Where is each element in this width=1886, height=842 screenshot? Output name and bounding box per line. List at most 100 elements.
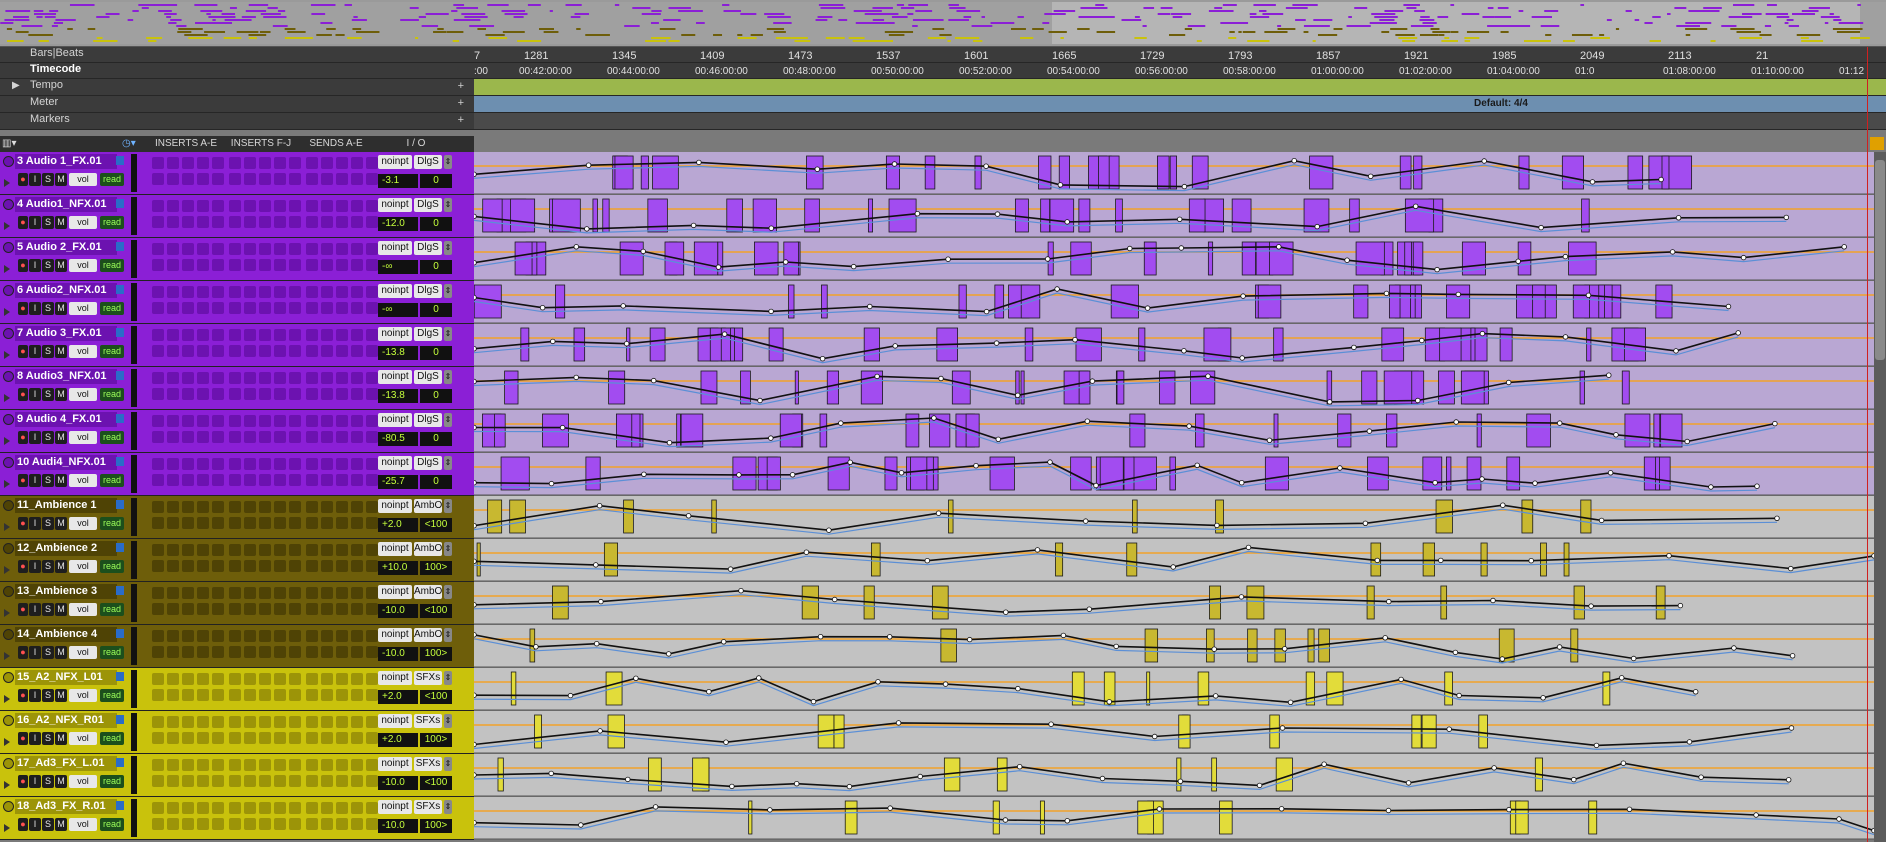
insert-slot[interactable] [274,587,286,599]
insert-slot[interactable] [289,802,301,814]
insert-slot[interactable] [274,759,286,771]
track-name[interactable]: 15_A2_NFX_L01 [15,670,117,685]
insert-slot[interactable] [306,587,318,599]
insert-slot[interactable] [229,716,241,728]
expand-track-icon[interactable] [4,523,10,531]
track-header[interactable]: 7 Audio 3_FX.01 ● I S M vol read noinpt … [0,324,474,367]
input-selector[interactable]: noinpt [378,155,412,169]
insert-slot[interactable] [182,732,194,744]
insert-slot[interactable] [289,431,301,443]
insert-slot[interactable] [336,157,348,169]
input-selector[interactable]: noinpt [378,542,412,556]
insert-slot[interactable] [306,732,318,744]
insert-slot[interactable] [351,517,363,529]
insert-slot[interactable] [244,157,256,169]
pan-readout[interactable]: 0 [420,174,452,188]
insert-slot[interactable] [321,802,333,814]
insert-slot[interactable] [351,732,363,744]
track-name[interactable]: 16_A2_NFX_R01 [15,713,117,728]
insert-slot[interactable] [182,603,194,615]
insert-slot[interactable] [212,259,224,271]
add-icon[interactable]: + [458,114,464,126]
mute-button[interactable]: M [55,560,67,573]
insert-slot[interactable] [229,759,241,771]
view-selector[interactable]: vol [69,603,97,616]
insert-slot[interactable] [244,474,256,486]
insert-slot[interactable] [306,286,318,298]
automation-mode[interactable]: read [100,732,124,745]
insert-slot[interactable] [321,216,333,228]
expand-track-icon[interactable] [4,695,10,703]
insert-slot[interactable] [274,200,286,212]
view-selector[interactable]: vol [69,216,97,229]
track-header[interactable]: 18_Ad3_FX_R.01 ● I S M vol read noinpt S… [0,797,474,840]
volume-readout[interactable]: +2.0 [378,518,418,532]
insert-slot[interactable] [366,200,378,212]
track-menu-icon[interactable] [116,758,124,767]
insert-slot[interactable] [336,259,348,271]
track-menu-icon[interactable] [116,543,124,552]
track-name[interactable]: 8 Audio3_NFX.01 [15,369,117,384]
insert-slot[interactable] [212,157,224,169]
insert-slot[interactable] [289,157,301,169]
insert-slot[interactable] [321,302,333,314]
insert-slot[interactable] [274,630,286,642]
view-selector[interactable]: vol [69,431,97,444]
insert-slot[interactable] [259,372,271,384]
automation-mode[interactable]: read [100,603,124,616]
insert-slot[interactable] [289,759,301,771]
insert-slot[interactable] [336,689,348,701]
insert-slot[interactable] [306,200,318,212]
insert-slot[interactable] [229,431,241,443]
insert-slot[interactable] [289,458,301,470]
insert-slot[interactable] [229,646,241,658]
insert-slot[interactable] [351,603,363,615]
insert-slot[interactable] [167,544,179,556]
insert-slot[interactable] [366,345,378,357]
pan-readout[interactable]: 100> [420,819,452,833]
insert-slot[interactable] [366,560,378,572]
volume-readout[interactable]: -∞ [378,303,418,317]
insert-slot[interactable] [306,431,318,443]
pan-readout[interactable]: 0 [420,217,452,231]
insert-slot[interactable] [229,560,241,572]
insert-slot[interactable] [259,517,271,529]
insert-slot[interactable] [229,802,241,814]
rec-button-icon[interactable]: ● [18,732,28,745]
insert-slot[interactable] [229,372,241,384]
insert-slot[interactable] [259,818,271,830]
track-menu-icon[interactable] [116,414,124,423]
meter-lane[interactable]: Default: 4/4 [474,96,1886,112]
volume-readout[interactable]: -∞ [378,260,418,274]
input-selector[interactable]: noinpt [378,327,412,341]
insert-slot[interactable] [167,759,179,771]
volume-readout[interactable]: -25.7 [378,475,418,489]
insert-slot[interactable] [244,544,256,556]
edit-timeline[interactable] [474,152,1874,842]
insert-slot[interactable] [167,431,179,443]
input-monitor-button[interactable]: I [29,345,41,358]
insert-slot[interactable] [289,775,301,787]
insert-slot[interactable] [167,388,179,400]
insert-slot[interactable] [321,603,333,615]
insert-slot[interactable] [259,802,271,814]
insert-slot[interactable] [306,689,318,701]
insert-slot[interactable] [244,431,256,443]
input-selector[interactable]: noinpt [378,370,412,384]
insert-slot[interactable] [321,673,333,685]
insert-slot[interactable] [366,157,378,169]
rec-button-icon[interactable]: ● [18,818,28,831]
automation-mode[interactable]: read [100,259,124,272]
view-selector[interactable]: vol [69,646,97,659]
automation-mode[interactable]: read [100,689,124,702]
insert-slot[interactable] [321,759,333,771]
track-name[interactable]: 11_Ambience 1 [15,498,117,513]
insert-slot[interactable] [152,775,164,787]
view-selector[interactable]: vol [69,517,97,530]
view-selector[interactable]: vol [69,259,97,272]
insert-slot[interactable] [321,517,333,529]
rec-button-icon[interactable]: ● [18,603,28,616]
mute-button[interactable]: M [55,818,67,831]
output-selector[interactable]: SFXs [414,757,442,771]
mute-button[interactable]: M [55,603,67,616]
